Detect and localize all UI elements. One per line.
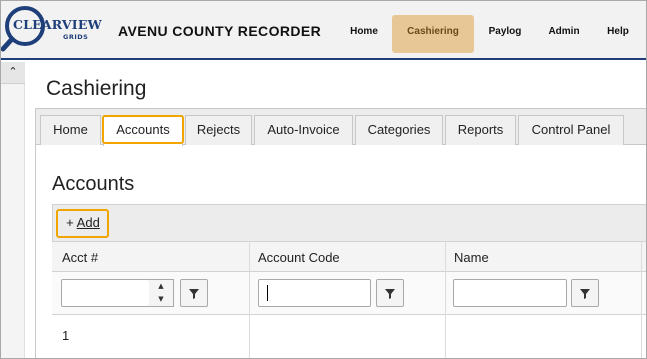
filter-icon <box>189 289 199 299</box>
nav-paylog[interactable]: Paylog <box>482 15 528 53</box>
page-title: Cashiering <box>46 77 147 100</box>
acct-filter-input[interactable] <box>61 279 150 307</box>
tab-control-panel[interactable]: Control Panel <box>518 115 624 145</box>
nav-cashiering[interactable]: Cashiering <box>392 15 474 53</box>
nav-help[interactable]: Help <box>600 15 636 53</box>
col-header-name[interactable]: Name <box>454 250 489 265</box>
grid-header <box>52 242 646 272</box>
collapse-button[interactable]: ⌃ <box>1 62 25 84</box>
clearview-logo[interactable]: CLEARVIEW GRIDS <box>1 1 103 59</box>
chevron-up-icon: ⌃ <box>8 65 18 78</box>
side-collapse-strip <box>1 62 25 358</box>
acct-spinner[interactable]: ▲ ▼ <box>149 279 174 307</box>
filter-icon <box>385 289 395 299</box>
nav-admin[interactable]: Admin <box>542 15 586 53</box>
column-divider <box>249 242 250 358</box>
column-divider <box>641 242 642 358</box>
tab-categories[interactable]: Categories <box>355 115 443 145</box>
nav-home[interactable]: Home <box>344 15 384 53</box>
tab-reports[interactable]: Reports <box>445 115 516 145</box>
acct-filter-button[interactable] <box>180 279 208 307</box>
account-code-filter-button[interactable] <box>376 279 404 307</box>
spin-up-icon[interactable]: ▲ <box>149 280 173 293</box>
table-row-acct-cell[interactable]: 1 <box>62 328 69 343</box>
filter-icon <box>580 289 590 299</box>
name-filter-button[interactable] <box>571 279 599 307</box>
tab-accounts[interactable]: Accounts <box>103 115 183 146</box>
col-header-account-code[interactable]: Account Code <box>258 250 340 265</box>
plus-icon: + <box>66 215 74 230</box>
tab-home[interactable]: Home <box>40 115 101 145</box>
tab-rejects[interactable]: Rejects <box>185 115 252 145</box>
tab-auto-invoice[interactable]: Auto-Invoice <box>254 115 353 145</box>
col-header-acct[interactable]: Acct # <box>62 250 98 265</box>
name-filter-input[interactable] <box>453 279 567 307</box>
column-divider <box>445 242 446 358</box>
app-title: AVENU COUNTY RECORDER <box>118 23 322 39</box>
text-cursor <box>267 285 268 301</box>
add-button[interactable]: + Add <box>58 211 108 238</box>
spin-down-icon[interactable]: ▼ <box>149 293 173 306</box>
add-label: Add <box>76 215 100 230</box>
logo-name: CLEARVIEW <box>13 17 102 32</box>
logo-sub: GRIDS <box>63 33 89 41</box>
account-code-filter-input[interactable] <box>258 279 371 307</box>
section-title: Accounts <box>52 173 135 195</box>
app-window: CLEARVIEW GRIDS AVENU COUNTY RECORDER Ho… <box>0 0 647 359</box>
grid-toolbar <box>52 204 646 242</box>
